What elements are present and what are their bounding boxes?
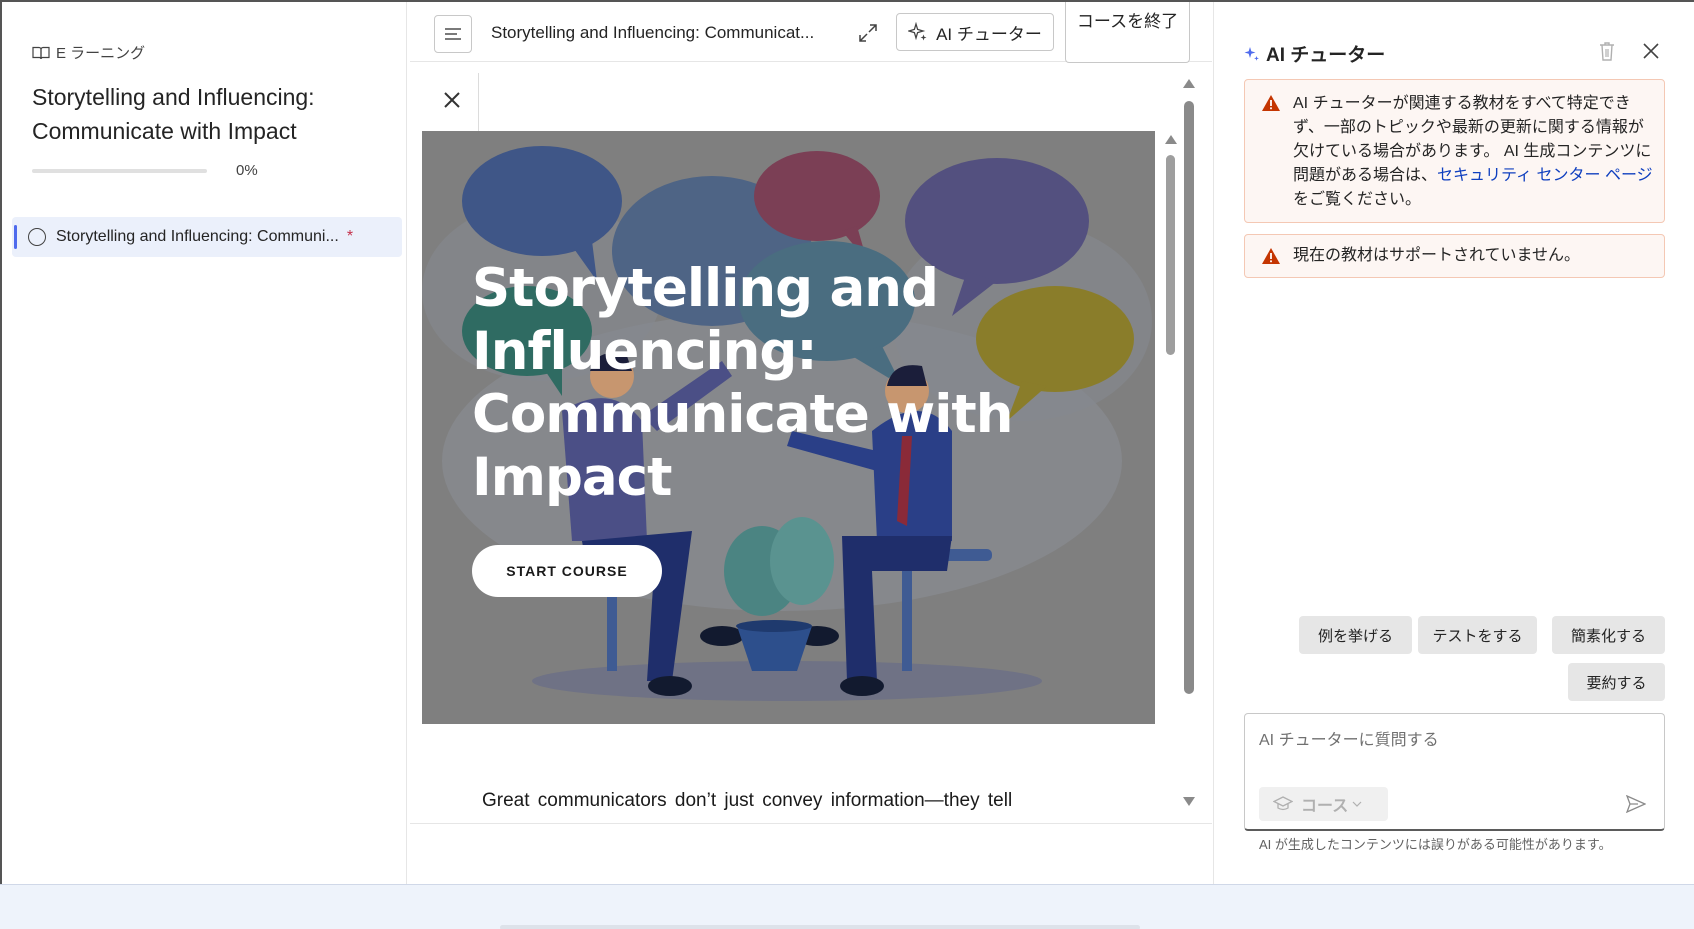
sparkle-icon	[908, 22, 927, 41]
course-title: Storytelling and Influencing: Communicat…	[32, 84, 315, 144]
ai-tutor-panel: AI チューター AI チューターが関連する教材をすべて特定できず、一部のトピッ…	[1213, 2, 1692, 884]
divider	[410, 823, 1212, 824]
divider	[478, 73, 479, 138]
sparkle-icon	[1244, 46, 1259, 61]
security-center-link[interactable]: セキュリティ センター ページ	[1437, 167, 1653, 184]
course-hero: Storytelling and Influencing: Communicat…	[422, 131, 1155, 724]
book-icon	[32, 46, 50, 59]
notice-text: 現在の教材はサポートされていません。	[1293, 247, 1581, 264]
required-marker: *	[346, 228, 354, 245]
warning-icon	[1262, 248, 1280, 264]
scroll-down-icon[interactable]	[1183, 797, 1195, 806]
warning-icon	[1262, 95, 1280, 111]
example-chip[interactable]: 例を挙げる	[1299, 616, 1412, 654]
exit-course-button[interactable]: コースを終了	[1065, 2, 1190, 63]
breadcrumb[interactable]: E ラーニング	[32, 42, 145, 63]
viewer-toolbar: Storytelling and Influencing: Communicat…	[410, 2, 1212, 63]
simplify-chip[interactable]: 簡素化する	[1552, 616, 1665, 654]
bottom-bar	[0, 884, 1694, 929]
notice-text-end: をご覧ください。	[1293, 191, 1422, 208]
course-scope-select[interactable]: コース	[1259, 787, 1388, 821]
course-intro-text: Great communicators don’t just convey in…	[482, 790, 1013, 811]
progress-percent: 0%	[236, 162, 258, 179]
hamburger-icon	[445, 28, 461, 40]
inner-scrollbar[interactable]	[1162, 131, 1178, 751]
unsupported-notice: 現在の教材はサポートされていません。	[1244, 234, 1665, 278]
scroll-up-icon[interactable]	[1183, 79, 1195, 88]
start-course-button[interactable]: START COURSE	[472, 545, 662, 597]
chat-input[interactable]: AI チューターに質問する	[1259, 726, 1439, 750]
course-sidebar: E ラーニング Storytelling and Influencing: Co…	[2, 2, 407, 884]
quiz-chip[interactable]: テストをする	[1418, 616, 1537, 654]
chat-input-box[interactable]: AI チューターに質問する コース	[1244, 713, 1665, 831]
send-icon[interactable]	[1626, 795, 1646, 813]
chevron-down-icon	[1352, 801, 1362, 807]
module-label: Storytelling and Influencing: Communi...	[56, 228, 339, 245]
trash-icon[interactable]	[1597, 40, 1617, 62]
close-icon[interactable]	[1642, 42, 1660, 60]
course-scope-label: コース	[1301, 798, 1349, 815]
breadcrumb-label: E ラーニング	[56, 45, 146, 62]
expand-icon[interactable]	[857, 22, 879, 44]
menu-button[interactable]	[434, 15, 472, 53]
progress-bar	[32, 169, 207, 173]
panel-title: AI チューター	[1266, 45, 1386, 66]
status-circle-icon	[28, 228, 46, 246]
ai-tutor-button[interactable]: AI チューター	[896, 13, 1054, 51]
content-viewer: Storytelling and Influencing: Communicat…	[410, 63, 1212, 823]
summarize-chip[interactable]: 要約する	[1568, 663, 1665, 701]
ai-tutor-button-label: AI チューター	[936, 24, 1042, 44]
module-list-item[interactable]: Storytelling and Influencing: Communi...…	[12, 217, 402, 257]
close-icon[interactable]	[442, 90, 462, 110]
hero-title: Storytelling and Influencing: Communicat…	[472, 258, 1014, 508]
warning-notice: AI チューターが関連する教材をすべて特定できず、一部のトピックや最新の更新に関…	[1244, 79, 1665, 223]
scroll-thumb[interactable]	[1184, 101, 1194, 694]
scroll-thumb[interactable]	[1166, 155, 1175, 355]
taskbar-shadow	[500, 925, 1140, 929]
toolbar-title: Storytelling and Influencing: Communicat…	[491, 23, 815, 42]
graduation-cap-icon	[1273, 796, 1293, 811]
panel-header: AI チューター	[1244, 40, 1385, 67]
outer-scrollbar[interactable]	[1180, 75, 1198, 815]
scroll-up-icon[interactable]	[1165, 135, 1177, 144]
ai-disclaimer: AI が生成したコンテンツには誤りがある可能性があります。	[1259, 837, 1612, 852]
selected-indicator	[14, 225, 17, 249]
